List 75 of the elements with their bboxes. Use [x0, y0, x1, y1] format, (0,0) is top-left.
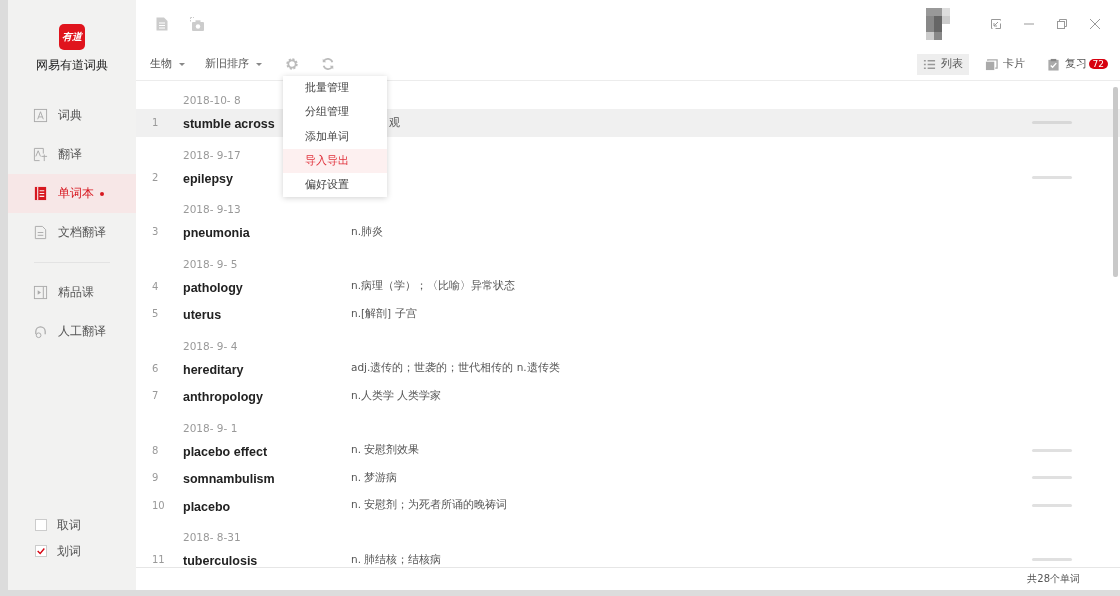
document-icon — [33, 225, 48, 240]
menu-item[interactable]: 导入导出 — [283, 148, 387, 174]
word-text[interactable]: stumble across — [183, 117, 275, 132]
logo-icon: 有道 — [59, 24, 85, 50]
nav-item[interactable]: 单词本 — [8, 174, 136, 213]
nav-item[interactable]: 文档翻译 — [8, 213, 136, 252]
document-icon[interactable] — [154, 16, 170, 32]
clipboard-icon — [1046, 57, 1060, 71]
menu-item[interactable]: 添加单词 — [283, 124, 387, 149]
nav-item[interactable]: 词典 — [8, 96, 136, 135]
word-text[interactable]: anthropology — [183, 390, 263, 405]
date-heading: 2018- 8-31 — [183, 531, 241, 543]
cards-icon — [984, 57, 998, 71]
view-tab[interactable]: 列表 — [916, 53, 969, 75]
row-number: 9 — [151, 472, 160, 484]
headset-icon — [33, 324, 48, 339]
date-heading: 2018- 9-13 — [183, 203, 241, 215]
dropdown-button[interactable]: 新旧排序 — [199, 55, 268, 73]
word-text[interactable]: somnambulism — [183, 472, 275, 487]
row-number: 1 — [151, 117, 160, 129]
definition-text: n.肺炎 — [351, 224, 383, 239]
date-heading: 2018- 9- 1 — [183, 421, 238, 434]
view-tab[interactable]: 复习 72 — [1040, 53, 1114, 75]
menu-item[interactable]: 偏好设置 — [283, 173, 387, 198]
app-name: 网易有道词典 — [36, 57, 108, 74]
date-heading: 2018- 9- 5 — [183, 257, 238, 270]
camera-icon[interactable] — [189, 16, 205, 32]
definition-text: n. 安慰剂；为死者所诵的晚祷词 — [351, 498, 508, 513]
list-icon — [922, 57, 936, 71]
row-number: 4 — [151, 280, 160, 292]
letter-a-icon — [33, 108, 48, 123]
date-heading: 2018- 9- 4 — [183, 339, 238, 352]
row-number: 7 — [151, 390, 160, 402]
checkbox-option[interactable]: 划词 — [35, 542, 136, 560]
row-number: 11 — [151, 554, 166, 566]
definition-text: 观 — [388, 115, 400, 130]
definition-text: n.病理（学）；〈比喻〉异常状态 — [351, 279, 515, 294]
translate-icon — [33, 147, 48, 162]
definition-text: n. 梦游病 — [351, 470, 398, 485]
row-number: 6 — [151, 362, 160, 374]
count-badge: 72 — [1088, 59, 1108, 69]
word-count: 共28个单词 — [1027, 572, 1080, 586]
notebook-icon — [33, 186, 48, 201]
menu-item[interactable]: 批量管理 — [283, 76, 387, 101]
play-icon — [33, 285, 48, 300]
date-heading: 2018- 9-17 — [183, 148, 241, 161]
dropdown-button[interactable]: 生物 — [144, 55, 191, 73]
row-number: 2 — [151, 171, 160, 183]
definition-text: n.人类学 人类学家 — [351, 388, 442, 403]
checkbox-option[interactable]: 取词 — [35, 516, 136, 534]
row-number: 10 — [151, 499, 166, 511]
row-number: 5 — [151, 308, 160, 320]
row-number: 3 — [151, 226, 160, 238]
definition-text: n. 肺结核；结核病 — [351, 552, 442, 567]
checkbox[interactable] — [35, 545, 47, 557]
checkbox[interactable] — [35, 519, 47, 531]
word-text[interactable]: placebo — [183, 499, 231, 514]
word-text[interactable]: uterus — [183, 308, 222, 323]
word-text[interactable]: hereditary — [183, 362, 244, 377]
word-text[interactable]: placebo effect — [183, 444, 268, 459]
word-text[interactable]: pneumonia — [183, 226, 250, 241]
view-tab[interactable]: 卡片 — [978, 53, 1031, 75]
nav-item[interactable]: 翻译 — [8, 135, 136, 174]
scrollbar[interactable] — [1113, 87, 1118, 277]
definition-text: n. 安慰剂效果 — [351, 443, 420, 458]
date-heading: 2018-10- 8 — [183, 94, 241, 106]
word-text[interactable]: tuberculosis — [183, 554, 258, 567]
nav-item[interactable]: 精品课 — [8, 273, 136, 312]
menu-item[interactable]: 分组管理 — [283, 100, 387, 125]
word-text[interactable]: epilepsy — [183, 171, 234, 186]
nav-item[interactable]: 人工翻译 — [8, 312, 136, 351]
row-number: 8 — [151, 444, 160, 456]
definition-text: n.[解剖] 子宫 — [351, 306, 417, 321]
word-text[interactable]: pathology — [183, 280, 243, 295]
definition-text: adj.遗传的；世袭的；世代相传的 n.遗传类 — [351, 361, 560, 376]
